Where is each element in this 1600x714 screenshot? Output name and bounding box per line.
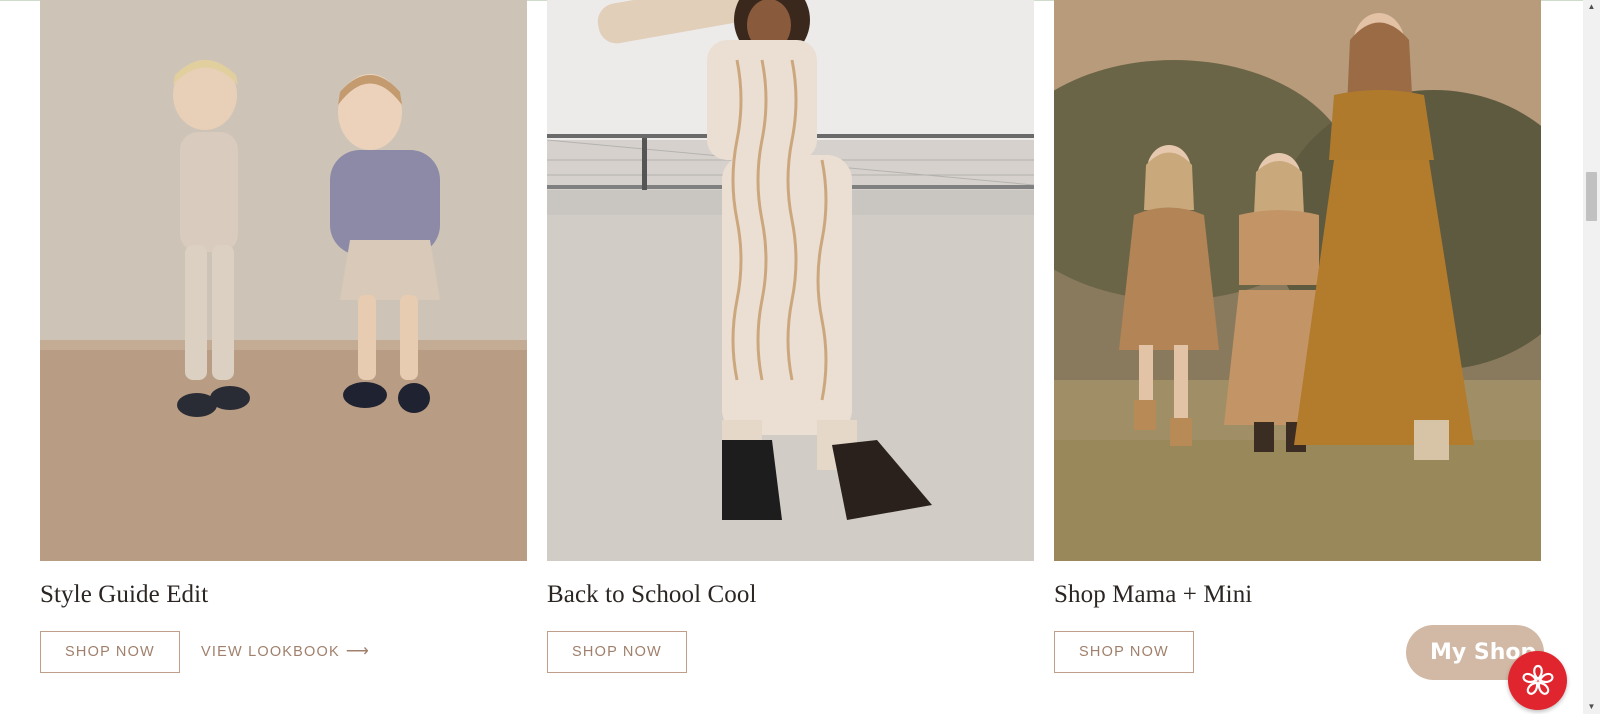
scrollbar-thumb[interactable]	[1586, 172, 1597, 221]
style-guide-image[interactable]	[40, 0, 527, 561]
shop-now-button[interactable]: SHOP NOW	[1054, 631, 1194, 673]
card-title: Back to School Cool	[547, 581, 757, 608]
view-lookbook-link[interactable]: VIEW LOOKBOOK ⟶	[201, 631, 369, 673]
card-title: Shop Mama + Mini	[1054, 581, 1253, 608]
flower-icon	[1522, 664, 1553, 695]
scroll-down-arrow[interactable]: ▼	[1583, 700, 1600, 714]
mama-mini-image[interactable]	[1054, 0, 1541, 561]
arrow-right-icon: ⟶	[345, 643, 369, 660]
back-to-school-image[interactable]	[547, 0, 1034, 561]
scroll-up-arrow[interactable]: ▲	[1583, 0, 1600, 14]
collection-card-back-to-school: Back to School Cool SHOP NOW	[547, 0, 1034, 673]
view-lookbook-label: VIEW LOOKBOOK	[201, 644, 340, 660]
flower-widget-button[interactable]	[1508, 651, 1567, 710]
card-title: Style Guide Edit	[40, 581, 209, 608]
collection-card-style-guide: Style Guide Edit SHOP NOW VIEW LOOKBOOK ⟶	[40, 0, 527, 673]
collection-card-mama-mini: Shop Mama + Mini SHOP NOW	[1054, 0, 1541, 673]
shop-now-button[interactable]: SHOP NOW	[40, 631, 180, 673]
shop-now-button[interactable]: SHOP NOW	[547, 631, 687, 673]
vertical-scrollbar[interactable]: ▲ ▼	[1583, 0, 1600, 714]
